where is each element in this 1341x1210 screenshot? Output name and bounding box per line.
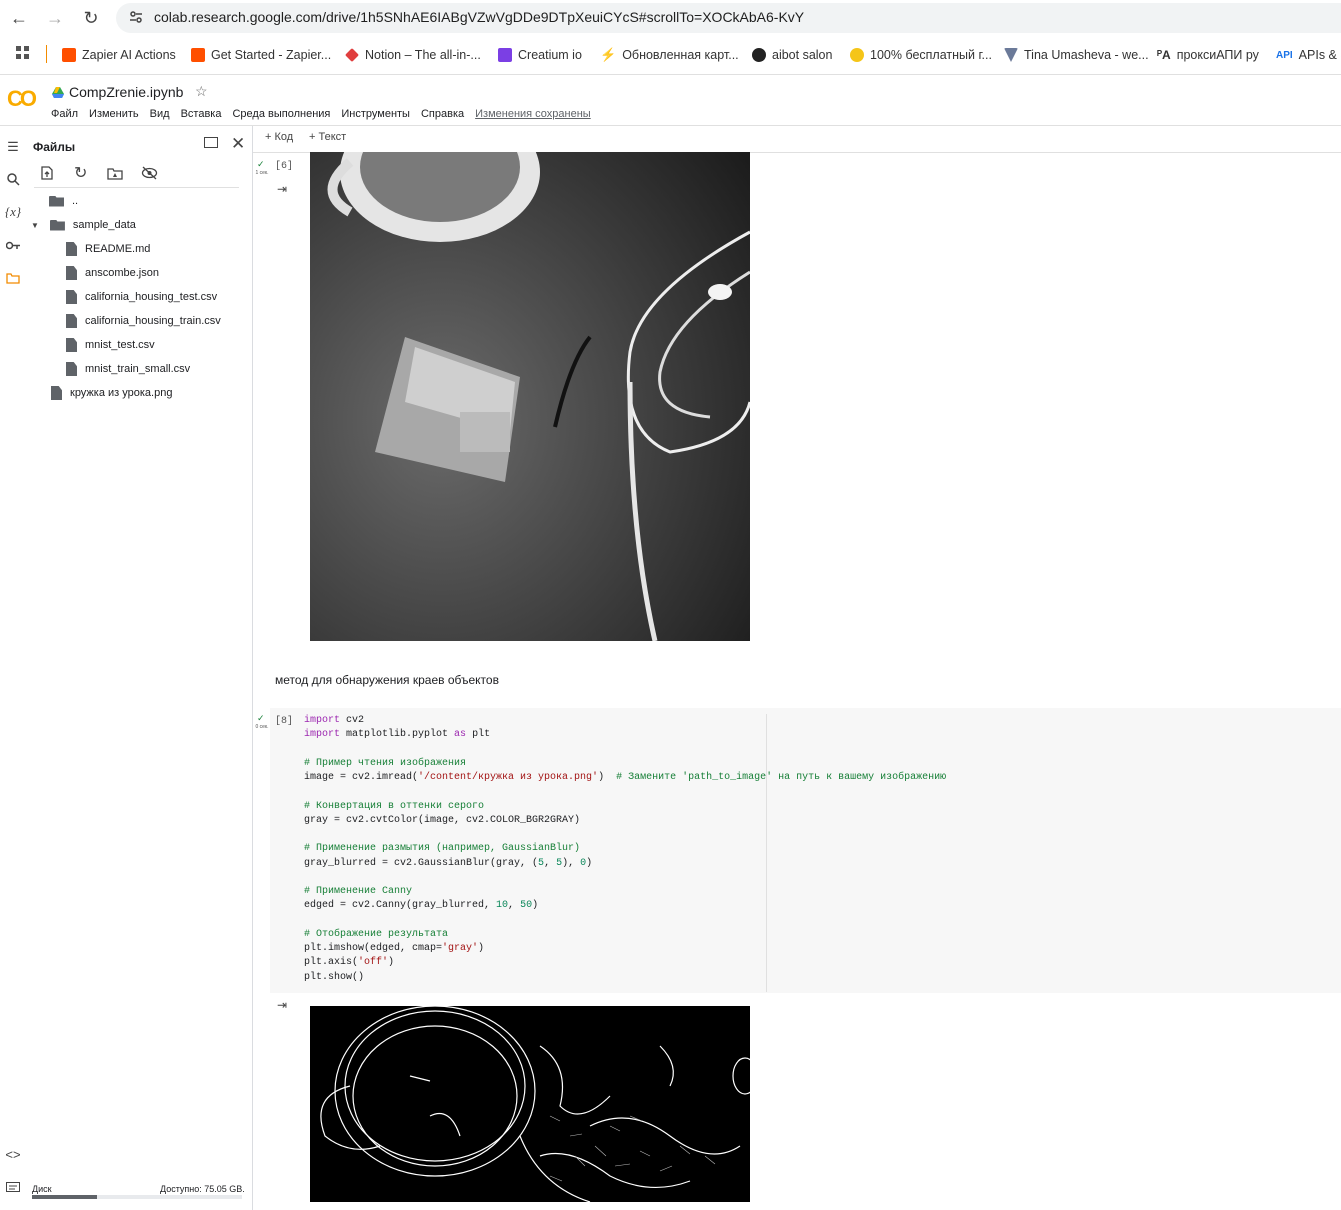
zapier-icon xyxy=(191,48,205,62)
files-panel-title: Файлы xyxy=(33,140,76,154)
search-icon[interactable] xyxy=(4,170,22,188)
tree-file-root-image[interactable]: кружка из урока.png xyxy=(51,383,172,403)
site-info-icon[interactable] xyxy=(128,9,144,25)
output-toggle-icon[interactable]: ⇥ xyxy=(277,998,287,1012)
panel-divider xyxy=(34,187,239,188)
menu-view[interactable]: Вид xyxy=(150,108,170,120)
bookmark-notion[interactable]: Notion – The all-in-... xyxy=(345,46,481,64)
tree-file[interactable]: mnist_train_small.csv xyxy=(66,359,190,379)
tree-parent-folder[interactable]: .. xyxy=(49,191,78,211)
tree-file[interactable]: mnist_test.csv xyxy=(66,335,155,355)
key-icon[interactable] xyxy=(4,236,22,254)
reload-icon[interactable]: ↻ xyxy=(80,7,102,29)
creatium-icon xyxy=(498,48,512,62)
terminal-icon[interactable] xyxy=(4,1178,22,1196)
disk-available: Доступно: 75.05 GB. xyxy=(160,1184,245,1194)
caret-down-icon[interactable]: ▼ xyxy=(31,221,39,230)
back-arrow-icon[interactable]: ← xyxy=(8,7,30,29)
apps-grid-icon[interactable] xyxy=(16,46,30,60)
add-code-button[interactable]: + Код xyxy=(265,131,293,143)
menu-bar: Файл Изменить Вид Вставка Среда выполнен… xyxy=(51,108,591,120)
menu-runtime[interactable]: Среда выполнения xyxy=(232,108,330,120)
file-icon xyxy=(66,338,77,352)
disk-usage-fill xyxy=(32,1195,98,1199)
bookmarks-bar: Zapier AI Actions Get Started - Zapier..… xyxy=(0,36,1341,75)
table-of-contents-icon[interactable]: ☰ xyxy=(4,138,22,156)
notebook-toolbar: + Код + Текст xyxy=(253,126,1341,153)
code-snippets-icon[interactable]: <> xyxy=(4,1145,22,1163)
file-icon xyxy=(51,386,62,400)
colab-header: CO CompZrenie.ipynb ☆ Файл Изменить Вид … xyxy=(0,75,1341,126)
bookmarks-divider xyxy=(46,45,47,63)
star-icon[interactable]: ☆ xyxy=(195,83,208,100)
menu-edit[interactable]: Изменить xyxy=(89,108,139,120)
globe-icon xyxy=(752,48,766,62)
tree-file[interactable]: README.md xyxy=(66,239,150,259)
refresh-icon[interactable]: ↻ xyxy=(74,163,87,183)
tree-file[interactable]: california_housing_test.csv xyxy=(66,287,217,307)
url-text[interactable]: colab.research.google.com/drive/1h5SNhAE… xyxy=(154,9,804,25)
menu-help[interactable]: Справка xyxy=(421,108,464,120)
bookmark-tina-umasheva[interactable]: Tina Umasheva - we... xyxy=(1004,46,1149,64)
hide-files-icon[interactable] xyxy=(141,166,158,185)
upload-icon[interactable] xyxy=(40,166,54,185)
menu-tools[interactable]: Инструменты xyxy=(341,108,410,120)
run-success-icon[interactable]: ✓ xyxy=(257,159,265,170)
disk-label: Диск xyxy=(32,1184,52,1194)
run-success-icon[interactable]: ✓ xyxy=(257,713,265,724)
file-icon xyxy=(66,314,77,328)
bookmark-creatium[interactable]: Creatium io xyxy=(498,46,582,64)
bookmark-updated-card[interactable]: ⚡ Обновленная карт... xyxy=(600,46,739,64)
drive-icon xyxy=(52,86,64,98)
lightning-icon: ⚡ xyxy=(600,47,617,62)
cell-exec-time: 1 сек. xyxy=(255,170,269,176)
file-icon xyxy=(66,362,77,376)
tag-icon xyxy=(345,48,359,62)
file-icon xyxy=(66,266,77,280)
menu-file[interactable]: Файл xyxy=(51,108,78,120)
api-icon: API xyxy=(1276,49,1293,61)
new-tab-icon[interactable] xyxy=(204,137,218,148)
bookmark-proxyapi[interactable]: ᴾA проксиАПИ ру xyxy=(1157,46,1259,64)
output-image-edges xyxy=(310,1006,750,1202)
folder-icon xyxy=(49,219,65,231)
execution-count: [8] xyxy=(275,716,294,727)
triangle-icon xyxy=(1004,48,1018,62)
tree-folder-sample-data[interactable]: ▼ sample_data xyxy=(31,215,136,235)
left-rail: ☰ {x} <> xyxy=(0,126,26,1210)
tree-file[interactable]: anscombe.json xyxy=(66,263,159,283)
execution-count: [6] xyxy=(275,161,294,172)
zapier-icon xyxy=(62,48,76,62)
emoji-icon xyxy=(850,48,864,62)
forward-arrow-icon[interactable]: → xyxy=(44,7,66,29)
bookmark-zapier-ai-actions[interactable]: Zapier AI Actions xyxy=(62,46,176,64)
add-text-button[interactable]: + Текст xyxy=(309,131,346,143)
output-toggle-icon[interactable]: ⇥ xyxy=(277,182,287,196)
mount-drive-icon[interactable] xyxy=(107,167,123,185)
output-image-grayscale xyxy=(310,152,750,641)
bookmark-aibot-salon[interactable]: aibot salon xyxy=(752,46,832,64)
notebook-title[interactable]: CompZrenie.ipynb xyxy=(69,84,183,100)
changes-saved-link[interactable]: Изменения сохранены xyxy=(475,108,591,120)
bookmark-free-generator[interactable]: 100% бесплатный г... xyxy=(850,46,992,64)
file-icon xyxy=(66,242,77,256)
colab-logo[interactable]: CO xyxy=(7,86,37,112)
folder-open-icon xyxy=(49,195,64,207)
file-icon xyxy=(66,290,77,304)
variables-icon[interactable]: {x} xyxy=(4,203,22,221)
bookmark-get-started-zapier[interactable]: Get Started - Zapier... xyxy=(191,46,331,64)
text-cell[interactable]: метод для обнаружения краев объектов xyxy=(275,673,499,687)
menu-insert[interactable]: Вставка xyxy=(181,108,222,120)
folder-icon[interactable] xyxy=(4,269,22,287)
tree-file[interactable]: california_housing_train.csv xyxy=(66,311,221,331)
code-editor[interactable]: import cv2 import matplotlib.pyplot as p… xyxy=(304,714,946,985)
close-icon[interactable]: ✕ xyxy=(231,134,245,154)
proxyapi-icon: ᴾA xyxy=(1157,48,1171,62)
browser-toolbar: ← → ↻ colab.research.google.com/drive/1h… xyxy=(0,0,1341,36)
bookmark-apis[interactable]: APIAPIs & S xyxy=(1276,46,1341,64)
cell-exec-time: 0 сек. xyxy=(255,724,269,730)
